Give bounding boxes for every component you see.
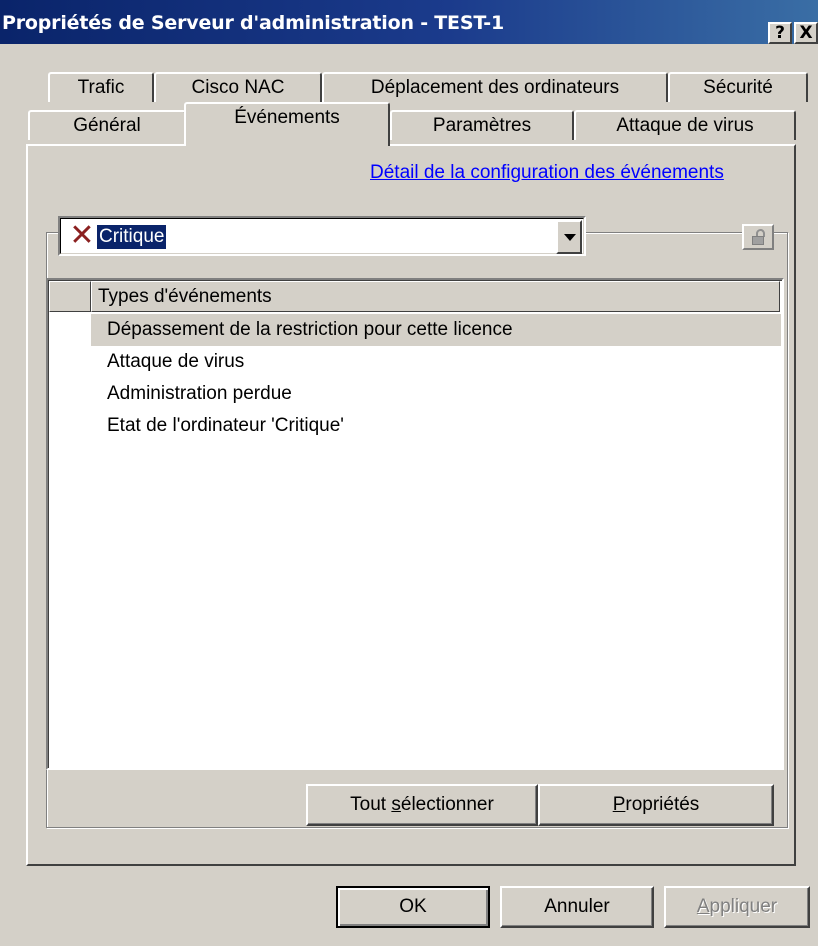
tab-deplacement-ordinateurs[interactable]: Déplacement des ordinateurs [322,72,668,102]
list-item[interactable]: Dépassement de la restriction pour cette… [91,314,781,346]
tab-cisco-nac[interactable]: Cisco NAC [154,72,322,102]
close-button[interactable]: X [794,22,818,44]
tab-general[interactable]: Général [28,110,186,140]
window-title: Propriétés de Serveur d'administration -… [2,12,504,34]
chevron-down-icon [564,234,576,241]
apply-button[interactable]: Appliquer [664,886,810,928]
list-item[interactable]: Attaque de virus [91,346,244,378]
lock-button[interactable] [742,224,774,250]
severity-select[interactable]: ✕ Critique [58,216,586,256]
tab-attaque-de-virus[interactable]: Attaque de virus [574,110,796,140]
list-item[interactable]: Etat de l'ordinateur 'Critique' [91,410,344,442]
tab-parametres[interactable]: Paramètres [390,110,574,140]
list-item[interactable]: Administration perdue [91,378,292,410]
event-config-link[interactable]: Détail de la configuration des événement… [370,162,724,184]
title-bar[interactable]: Propriétés de Serveur d'administration -… [0,0,818,44]
dropdown-arrow-button[interactable] [556,220,582,254]
tab-evenements[interactable]: Événements [184,102,390,146]
properties-button[interactable]: Propriétés [538,784,774,826]
list-header: Types d'événements [49,281,782,312]
help-button[interactable]: ? [768,22,792,44]
cancel-button[interactable]: Annuler [500,886,654,928]
column-header-event-types[interactable]: Types d'événements [91,281,780,312]
severity-select-value: Critique [95,224,168,250]
select-all-button[interactable]: Tout sélectionner [306,784,538,826]
tab-securite[interactable]: Sécurité [668,72,808,102]
properties-dialog: Propriétés de Serveur d'administration -… [0,0,818,946]
column-header-blank[interactable] [49,281,91,312]
event-types-list[interactable]: Types d'événements Dépassement de la res… [46,278,784,770]
tab-trafic[interactable]: Trafic [48,72,154,102]
padlock-icon [752,229,766,245]
ok-button[interactable]: OK [336,886,490,928]
critical-x-icon: ✕ [69,218,95,253]
